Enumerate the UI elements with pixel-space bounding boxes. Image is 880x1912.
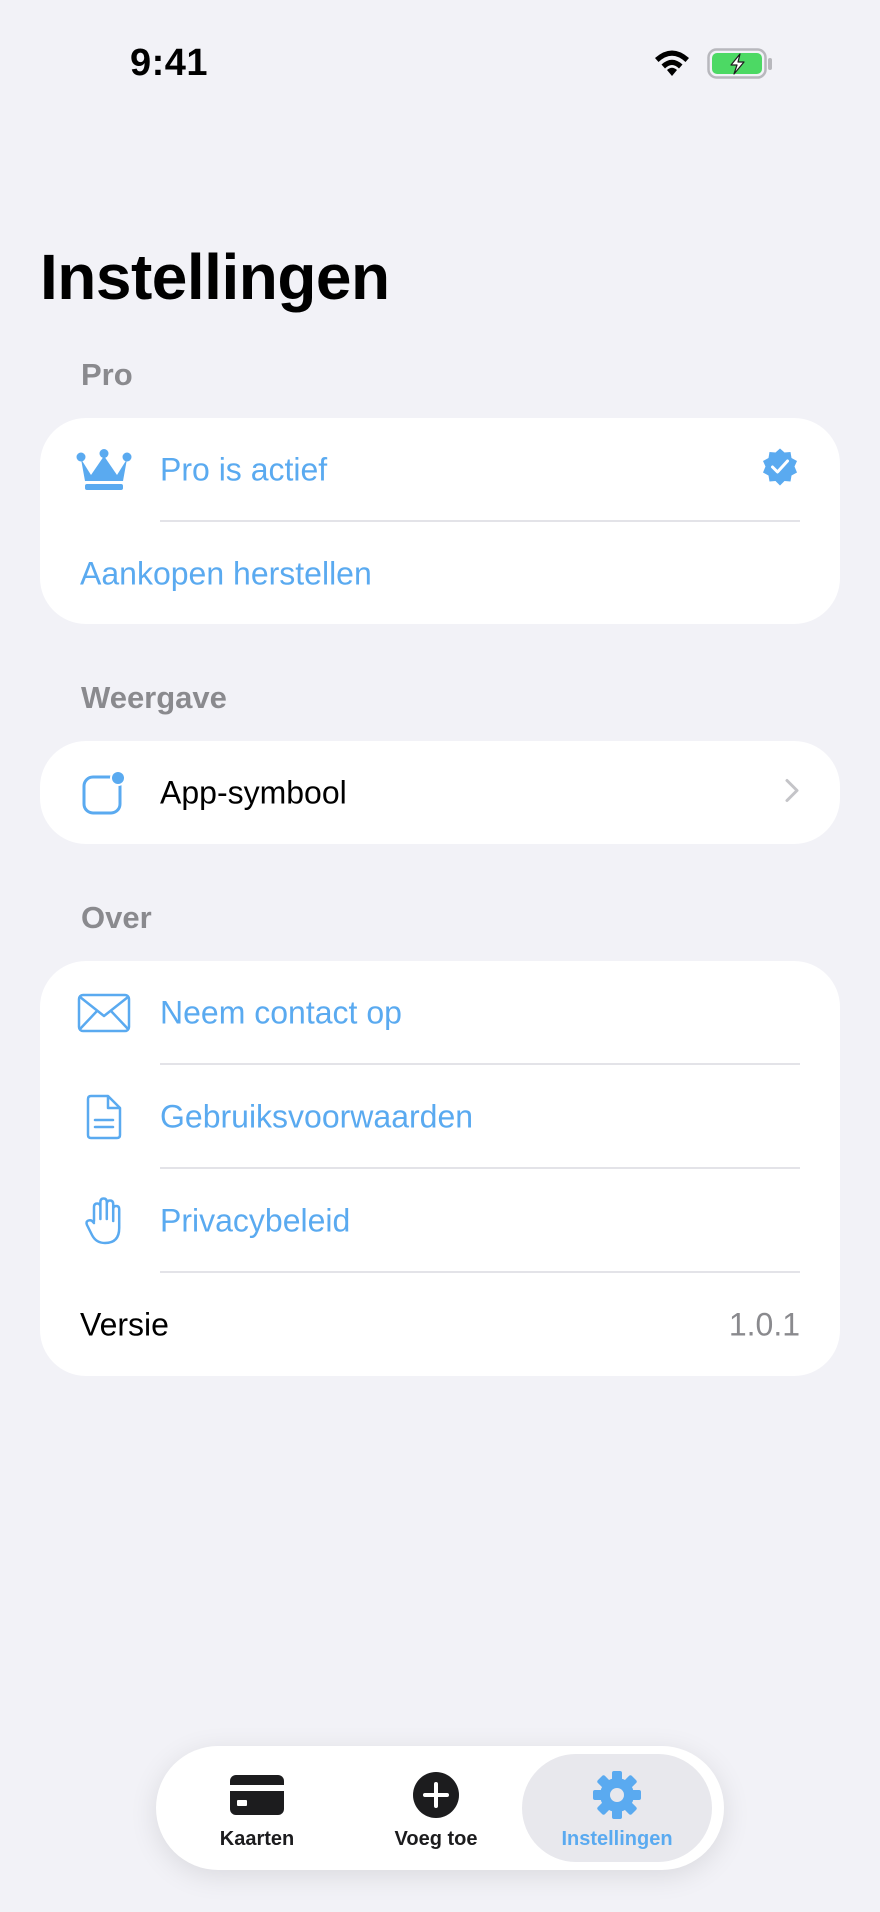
restore-purchases-label: Aankopen herstellen <box>80 555 372 592</box>
page-title: Instellingen <box>40 241 390 313</box>
section-header-about: Over <box>81 900 152 935</box>
terms-label: Gebruiksvoorwaarden <box>160 1098 474 1135</box>
about-group: Neem contact op Gebruiksvoorwaarden Priv… <box>40 961 840 1376</box>
hand-icon <box>76 1193 132 1249</box>
tab-settings-label: Instellingen <box>561 1828 673 1850</box>
chevron-right-icon <box>784 777 800 808</box>
status-time: 9:41 <box>130 42 209 84</box>
app-icon-badge-icon <box>76 765 132 821</box>
app-icon-label: App-symbool <box>160 774 347 810</box>
version-row: Versie 1.0.1 <box>40 1273 840 1376</box>
contact-row[interactable]: Neem contact op <box>40 961 840 1065</box>
envelope-icon <box>76 985 132 1041</box>
card-icon <box>229 1770 285 1820</box>
gear-icon <box>589 1770 645 1820</box>
version-value: 1.0.1 <box>728 1306 800 1342</box>
crown-icon <box>76 442 132 498</box>
section-header-display: Weergave <box>81 680 227 715</box>
tab-settings[interactable]: Instellingen <box>522 1754 712 1862</box>
version-label: Versie <box>80 1306 169 1342</box>
document-icon <box>76 1089 132 1145</box>
pro-group: Pro is actief Aankopen herstellen <box>40 418 840 624</box>
tab-add-label: Voeg toe <box>394 1828 478 1850</box>
terms-row[interactable]: Gebruiksvoorwaarden <box>40 1065 840 1169</box>
privacy-label: Privacybeleid <box>160 1202 351 1239</box>
tab-add[interactable]: Voeg toe <box>341 1754 531 1862</box>
battery-charging-icon <box>707 48 773 85</box>
wifi-icon <box>651 48 693 85</box>
verified-checkmark-icon <box>760 448 800 493</box>
contact-label: Neem contact op <box>160 994 402 1031</box>
section-header-pro: Pro <box>81 357 133 392</box>
plus-circle-icon <box>408 1770 464 1820</box>
display-group: App-symbool <box>40 741 840 844</box>
pro-active-row[interactable]: Pro is actief <box>40 418 840 522</box>
privacy-row[interactable]: Privacybeleid <box>40 1169 840 1273</box>
status-bar: 9:41 <box>0 0 880 130</box>
tab-cards[interactable]: Kaarten <box>162 1754 352 1862</box>
tab-bar: Kaarten Voeg toe Instellingen <box>156 1746 724 1870</box>
pro-active-label: Pro is actief <box>160 451 328 488</box>
restore-purchases-row[interactable]: Aankopen herstellen <box>40 522 840 626</box>
tab-cards-label: Kaarten <box>219 1828 295 1850</box>
app-icon-row[interactable]: App-symbool <box>40 741 840 844</box>
